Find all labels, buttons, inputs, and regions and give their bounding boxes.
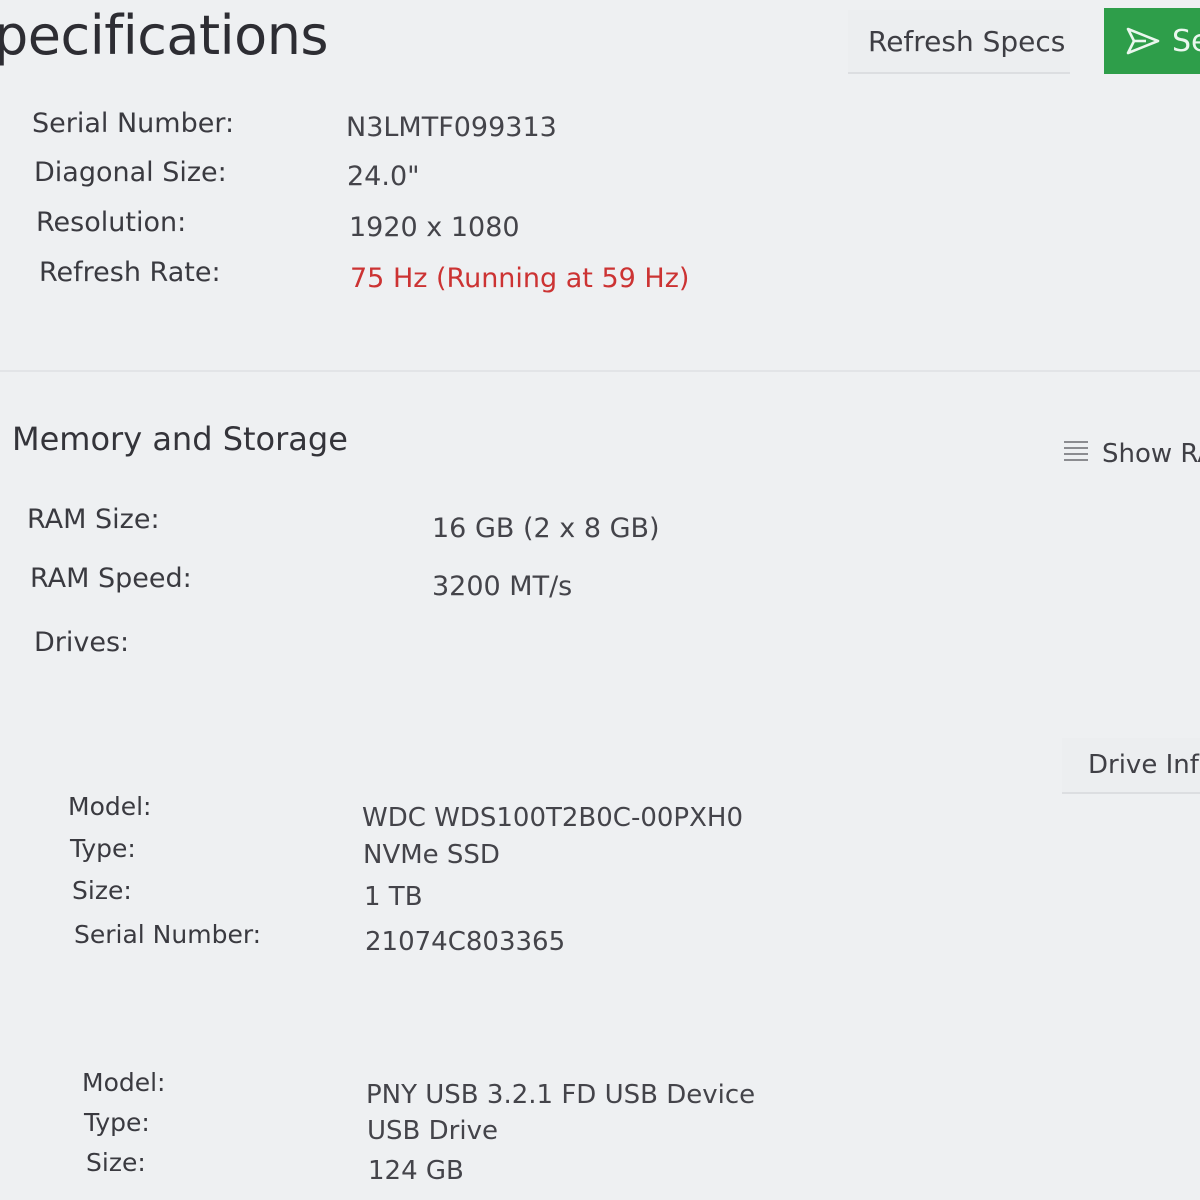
specifications-page: pecifications Refresh Specs Se Serial Nu…	[0, 0, 1200, 1200]
send-button-label: Se	[1172, 23, 1200, 59]
drive-1-serial-value: 21074C803365	[365, 927, 566, 957]
serial-number-value: N3LMTF099313	[346, 112, 557, 143]
drive-1-type-value: NVMe SSD	[363, 840, 500, 870]
drive-1-type-label: Type:	[70, 834, 136, 863]
drive-info-button[interactable]: Drive Info	[1062, 738, 1200, 792]
resolution-value: 1920 x 1080	[349, 212, 520, 243]
send-icon	[1126, 27, 1160, 55]
drive-1-size-value: 1 TB	[364, 882, 423, 912]
refresh-rate-label: Refresh Rate:	[39, 257, 221, 288]
show-ram-label: Show RA	[1102, 439, 1200, 469]
drive-2-size-value: 124 GB	[368, 1156, 464, 1186]
drive-2-model-value: PNY USB 3.2.1 FD USB Device	[366, 1080, 756, 1110]
resolution-label: Resolution:	[36, 207, 187, 238]
drive-1-serial-label: Serial Number:	[74, 920, 262, 949]
ram-speed-value: 3200 MT/s	[432, 571, 573, 602]
page-title: pecifications	[0, 4, 329, 67]
drive-2-model-label: Model:	[82, 1068, 166, 1097]
drive-1-model-label: Model:	[68, 792, 152, 821]
drive-2-size-label: Size:	[86, 1148, 146, 1177]
ram-size-value: 16 GB (2 x 8 GB)	[432, 513, 660, 544]
drives-label: Drives:	[34, 627, 130, 658]
send-button[interactable]: Se	[1104, 8, 1200, 74]
drive-1-model-value: WDC WDS100T2B0C-00PXH0	[362, 803, 744, 833]
refresh-rate-value: 75 Hz (Running at 59 Hz)	[350, 263, 690, 294]
drive-2-type-value: USB Drive	[367, 1116, 498, 1146]
drive-2-type-label: Type:	[84, 1108, 150, 1137]
refresh-specs-button[interactable]: Refresh Specs	[848, 10, 1070, 72]
drive-1-size-label: Size:	[72, 876, 132, 905]
list-icon	[1062, 439, 1090, 470]
section-divider	[0, 370, 1200, 372]
ram-speed-label: RAM Speed:	[30, 563, 192, 594]
memory-storage-title: Memory and Storage	[12, 420, 348, 458]
diagonal-size-label: Diagonal Size:	[34, 157, 227, 188]
serial-number-label: Serial Number:	[32, 108, 235, 139]
ram-size-label: RAM Size:	[27, 504, 160, 535]
diagonal-size-value: 24.0"	[347, 161, 420, 192]
show-ram-button[interactable]: Show RA	[1062, 432, 1200, 476]
